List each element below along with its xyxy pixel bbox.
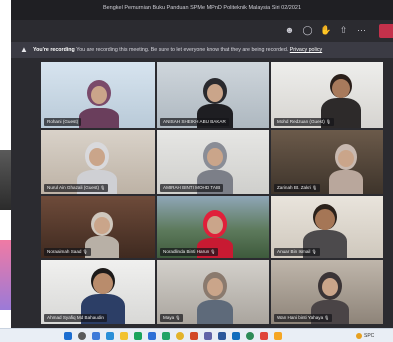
- participant-name: Zarinah Bt. Zakri 🎙: [274, 184, 321, 192]
- teams-meeting-window: Bengkel Pemurnian Buku Panduan SPMe MPnD…: [11, 0, 393, 328]
- snip-icon[interactable]: [274, 332, 282, 340]
- tray-text: SPC: [364, 333, 375, 339]
- edge-icon[interactable]: [106, 332, 114, 340]
- avatar: [329, 144, 363, 194]
- participant-tile[interactable]: Nurul Ain Ghazali (Guest) 🎙: [41, 130, 155, 194]
- desktop-edge: [0, 150, 11, 210]
- title-bar: Bengkel Pemurnian Buku Panduan SPMe MPnD…: [11, 0, 393, 20]
- participant-name: Rohani (Guest): [44, 118, 82, 126]
- participant-name: Wan Hani binti Yahaya 🎙: [274, 314, 333, 322]
- participant-name: AMIRAH BINTI MOHD TAIB: [160, 184, 224, 192]
- participant-name: Mohd Redzuan (Guest) 🎙: [274, 118, 334, 126]
- participant-tile[interactable]: Noradlinda Binti Harun 🎙: [157, 196, 269, 258]
- participant-tile[interactable]: Maya 🎙: [157, 260, 269, 324]
- word-icon[interactable]: [218, 332, 226, 340]
- meeting-toolbar: ☻ ◯ ✋ ⇧ ⋯: [11, 20, 393, 42]
- mic-muted-icon: 🎙: [209, 249, 216, 254]
- more-icon[interactable]: ⋯: [356, 25, 367, 36]
- mic-muted-icon: 🎙: [324, 119, 331, 124]
- avatar: [197, 272, 233, 324]
- outlook-icon[interactable]: [232, 332, 240, 340]
- excel-icon[interactable]: [162, 332, 170, 340]
- desktop-wallpaper-strip: [0, 240, 11, 310]
- participant-tile[interactable]: Ahmad Syafiq Md Bahaudin: [41, 260, 155, 324]
- chat-icon[interactable]: ◯: [302, 25, 313, 36]
- participant-tile[interactable]: AMIRAH BINTI MOHD TAIB: [157, 130, 269, 194]
- store-icon[interactable]: [134, 332, 142, 340]
- share-icon[interactable]: ⇧: [338, 25, 349, 36]
- privacy-policy-link[interactable]: Privacy policy: [290, 47, 322, 53]
- recording-banner: ▲ You're recording You are recording thi…: [11, 42, 393, 58]
- mic-muted-icon: 🎙: [310, 249, 317, 254]
- participant-grid: Rohani (Guest) ANISAH SHEIKH ABU BAKAR M…: [11, 60, 393, 326]
- search-icon[interactable]: [78, 332, 86, 340]
- chrome-icon[interactable]: [176, 332, 184, 340]
- participant-name: Noraaimah Saad 🎙: [44, 248, 91, 256]
- windows-taskbar: SPC: [0, 328, 393, 342]
- participant-tile[interactable]: Noraaimah Saad 🎙: [41, 196, 155, 258]
- mic-muted-icon: 🎙: [99, 185, 106, 190]
- meeting-title: Bengkel Pemurnian Buku Panduan SPMe MPnD…: [102, 5, 302, 11]
- task-view-icon[interactable]: [92, 332, 100, 340]
- mic-muted-icon: 🎙: [174, 315, 181, 320]
- pdf-icon[interactable]: [260, 332, 268, 340]
- mic-muted-icon: 🎙: [323, 315, 330, 320]
- participant-tile[interactable]: ANISAH SHEIKH ABU BAKAR: [157, 62, 269, 128]
- participant-name: ANISAH SHEIKH ABU BAKAR: [160, 118, 229, 126]
- participant-name: Anuar Bin Ismail 🎙: [274, 248, 320, 256]
- recording-text: You are recording this meeting. Be sure …: [76, 47, 289, 53]
- mic-muted-icon: 🎙: [81, 249, 88, 254]
- start-icon[interactable]: [64, 332, 72, 340]
- hand-icon[interactable]: ✋: [320, 25, 331, 36]
- recording-message: You're recording You are recording this …: [33, 46, 322, 54]
- app-icon[interactable]: [246, 332, 254, 340]
- participant-name: Ahmad Syafiq Md Bahaudin: [44, 314, 107, 322]
- file-explorer-icon[interactable]: [120, 332, 128, 340]
- mic-muted-icon: 🎙: [310, 185, 318, 190]
- mail-icon[interactable]: [148, 332, 156, 340]
- people-icon[interactable]: ☻: [284, 25, 295, 36]
- recording-strong: You're recording: [33, 47, 75, 53]
- participant-tile[interactable]: Mohd Redzuan (Guest) 🎙: [271, 62, 383, 128]
- powerpoint-icon[interactable]: [190, 332, 198, 340]
- participant-tile[interactable]: Zarinah Bt. Zakri 🎙: [271, 130, 383, 194]
- participant-name: Maya 🎙: [160, 314, 184, 322]
- participant-tile[interactable]: Anuar Bin Ismail 🎙: [271, 196, 383, 258]
- avatar: [79, 80, 119, 128]
- teams-icon[interactable]: [204, 332, 212, 340]
- participant-tile[interactable]: Rohani (Guest): [41, 62, 155, 128]
- participant-name: Noradlinda Binti Harun 🎙: [160, 248, 219, 256]
- warning-icon: ▲: [20, 45, 28, 54]
- leave-button[interactable]: [379, 24, 393, 38]
- weather-icon[interactable]: [356, 333, 362, 339]
- participant-tile[interactable]: Wan Hani binti Yahaya 🎙: [271, 260, 383, 324]
- participant-name: Nurul Ain Ghazali (Guest) 🎙: [44, 184, 109, 192]
